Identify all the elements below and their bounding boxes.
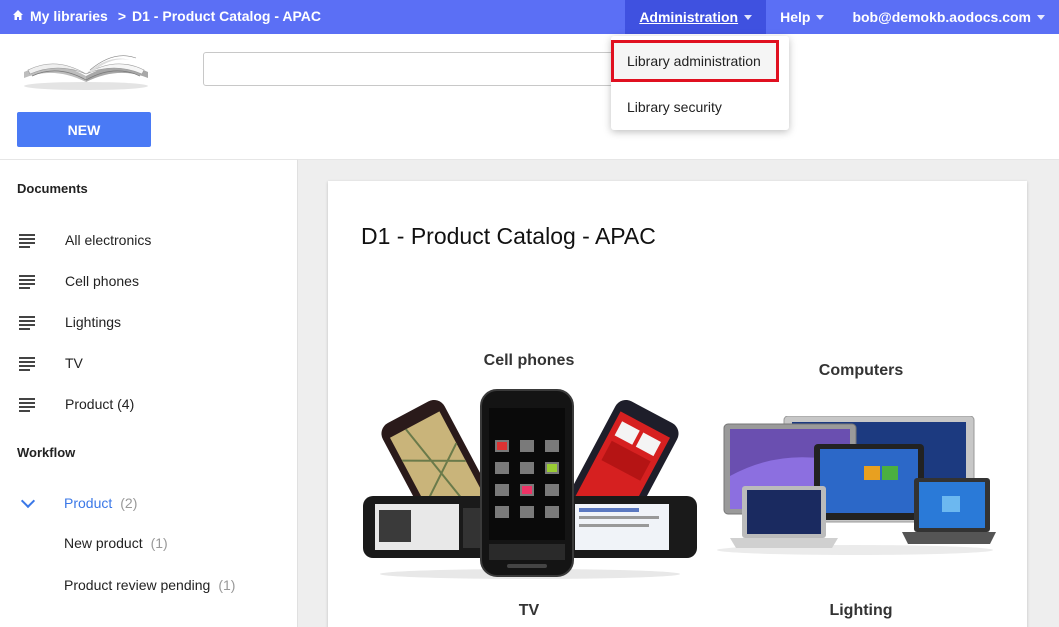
tile-label-computers[interactable]: Computers (790, 362, 932, 380)
search-input[interactable] (203, 52, 623, 86)
breadcrumb-current-library[interactable]: D1 - Product Catalog - APAC (132, 8, 321, 24)
breadcrumb-my-libraries[interactable]: My libraries (30, 8, 108, 24)
workflow-section-title: Workflow (17, 445, 76, 460)
user-menu[interactable]: bob@demokb.aodocs.com (838, 0, 1059, 34)
sidebar-item-tv[interactable]: TV (0, 348, 297, 378)
new-button[interactable]: NEW (17, 112, 151, 147)
tile-label-lighting[interactable]: Lighting (810, 602, 912, 620)
library-logo[interactable] (18, 50, 154, 92)
chevron-down-icon (744, 14, 753, 20)
workflow-state-count: (1) (150, 535, 168, 551)
sidebar-item-label: All electronics (65, 232, 152, 248)
workflow-state-label: New product (64, 535, 143, 551)
administration-menu[interactable]: Administration (625, 0, 767, 34)
workflow-item-label: Product (64, 495, 113, 511)
help-menu-label: Help (780, 9, 811, 25)
help-menu[interactable]: Help (766, 0, 838, 34)
sidebar-item-all-electronics[interactable]: All electronics (0, 225, 297, 255)
workflow-state-count: (1) (218, 577, 236, 593)
list-icon (19, 316, 35, 330)
workflow-state-new-product[interactable]: New product (1) (0, 528, 297, 558)
sidebar-item-label: Cell phones (65, 273, 139, 289)
main-content: D1 - Product Catalog - APAC Cell phones (298, 159, 1059, 627)
breadcrumb-separator: > (117, 8, 127, 24)
home-icon[interactable] (12, 9, 24, 24)
chevron-down-icon (816, 14, 825, 20)
workflow-state-label: Product review pending (64, 577, 211, 593)
administration-menu-label: Administration (639, 9, 739, 25)
sidebar-item-product[interactable]: Product (4) (0, 389, 297, 419)
chevron-down-icon (1037, 14, 1045, 20)
page-title: D1 - Product Catalog - APAC (361, 223, 656, 249)
sidebar-item-cell-phones[interactable]: Cell phones (0, 266, 297, 296)
list-icon (19, 357, 35, 371)
list-icon (19, 398, 35, 412)
computers-image[interactable] (714, 415, 996, 556)
sidebar: Documents All electronics Cell phones Li… (0, 159, 298, 627)
breadcrumb: My libraries > D1 - Product Catalog - AP… (12, 8, 321, 24)
documents-section-title: Documents (17, 181, 88, 196)
menu-item-library-security[interactable]: Library security (611, 90, 789, 124)
menu-item-library-administration[interactable]: Library administration (611, 40, 779, 82)
tile-label-cell-phones[interactable]: Cell phones (458, 352, 600, 370)
sidebar-item-lightings[interactable]: Lightings (0, 307, 297, 337)
workflow-item-product[interactable]: Product (2) (0, 488, 297, 518)
sidebar-item-label: Product (4) (65, 396, 135, 412)
library-home-card: D1 - Product Catalog - APAC Cell phones (328, 181, 1027, 627)
user-menu-label: bob@demokb.aodocs.com (852, 9, 1031, 25)
top-bar: My libraries > D1 - Product Catalog - AP… (0, 0, 1059, 34)
workflow-item-count: (2) (120, 495, 138, 511)
cell-phones-image[interactable] (361, 384, 699, 580)
tile-label-tv[interactable]: TV (488, 602, 570, 620)
workflow-state-product-review-pending[interactable]: Product review pending (1) (0, 570, 297, 600)
sidebar-item-label: TV (65, 355, 83, 371)
list-icon (19, 275, 35, 289)
sidebar-item-label: Lightings (65, 314, 122, 330)
list-icon (19, 234, 35, 248)
chevron-down-icon[interactable] (20, 493, 36, 509)
administration-dropdown: Library administration Library security (611, 36, 789, 130)
